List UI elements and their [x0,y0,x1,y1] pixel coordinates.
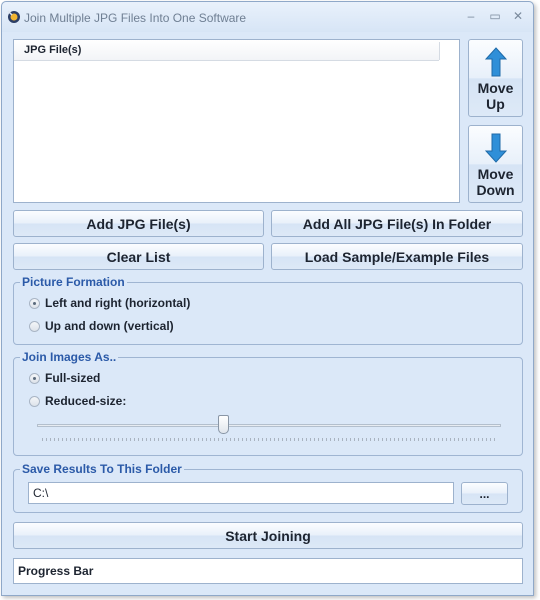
move-down-label-line1: Move [477,166,514,182]
radio-horizontal[interactable]: Left and right (horizontal) [29,296,190,310]
radio-checked-icon [29,297,40,309]
minimize-icon[interactable]: – [462,8,480,24]
save-results-title: Save Results To This Folder [20,462,184,476]
app-icon [7,10,20,23]
size-slider-track[interactable] [37,424,501,427]
column-header-separator [439,42,440,60]
progress-bar-label: Progress Bar [18,564,94,578]
app-window: Join Multiple JPG Files Into One Softwar… [1,1,534,596]
move-up-label-line1: Move [477,80,514,96]
radio-reduced-size[interactable]: Reduced-size: [29,394,126,408]
browse-folder-button[interactable]: ... [461,482,508,505]
column-header-jpg-files[interactable]: JPG File(s) [14,40,439,61]
window-title: Join Multiple JPG Files Into One Softwar… [24,11,247,25]
size-slider-thumb[interactable] [218,415,230,434]
radio-full-sized-label: Full-sized [45,371,101,385]
radio-reduced-size-label: Reduced-size: [45,394,127,408]
maximize-icon[interactable]: ▭ [486,8,504,24]
radio-full-sized[interactable]: Full-sized [29,371,100,385]
close-icon[interactable]: ✕ [509,8,527,24]
radio-vertical-label: Up and down (vertical) [45,319,174,333]
arrow-down-icon [484,133,507,163]
arrow-up-icon [484,47,507,77]
clear-list-button[interactable]: Clear List [13,243,264,270]
picture-formation-title: Picture Formation [20,275,127,289]
jpg-file-list[interactable]: JPG File(s) [13,39,460,203]
add-jpg-files-button[interactable]: Add JPG File(s) [13,210,264,237]
picture-formation-group: Picture Formation [13,275,523,345]
slider-ticks [42,438,498,441]
radio-unchecked-icon [29,320,40,332]
load-sample-files-button[interactable]: Load Sample/Example Files [271,243,523,270]
radio-unchecked-icon [29,395,40,407]
move-up-label-line2: Up [486,96,505,112]
radio-horizontal-label: Left and right (horizontal) [45,296,191,310]
move-up-button[interactable]: Move Up [468,39,523,117]
progress-bar: Progress Bar [13,558,523,584]
start-joining-button[interactable]: Start Joining [13,522,523,549]
radio-vertical[interactable]: Up and down (vertical) [29,319,174,333]
title-bar[interactable]: Join Multiple JPG Files Into One Softwar… [2,2,533,32]
move-down-button[interactable]: Move Down [468,125,523,203]
radio-checked-icon [29,372,40,384]
join-images-as-title: Join Images As.. [20,350,119,364]
move-down-label-line2: Down [476,182,515,198]
output-folder-input[interactable]: C:\ [28,482,454,504]
add-folder-button[interactable]: Add All JPG File(s) In Folder [271,210,523,237]
